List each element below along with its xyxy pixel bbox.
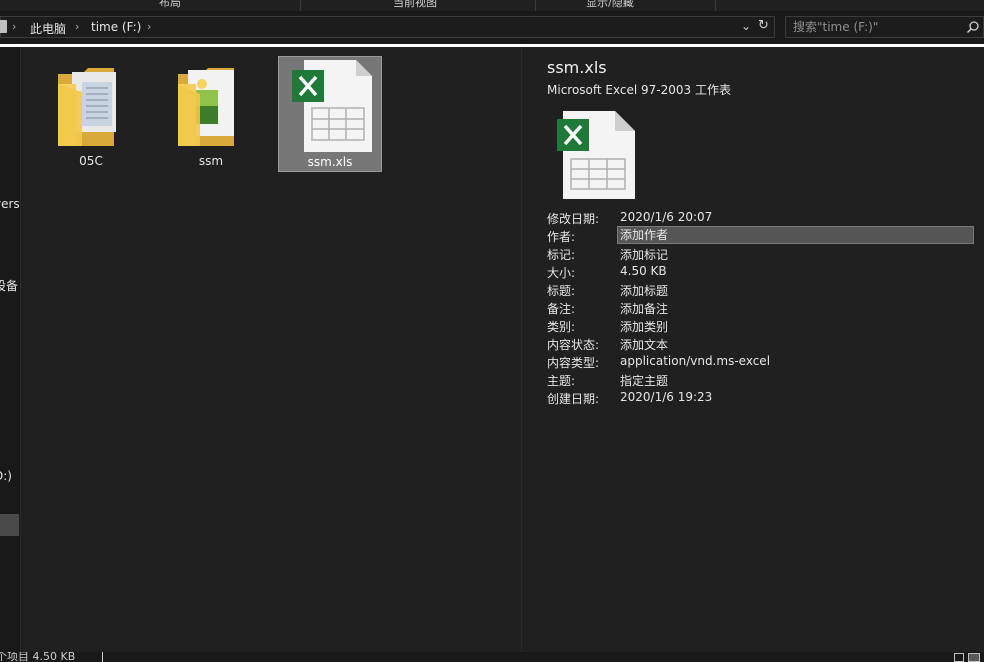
category-field[interactable]: 添加类别 <box>620 318 668 335</box>
chevron-down-icon[interactable]: ⌄ <box>741 19 751 33</box>
nav-item[interactable]: D:) <box>0 469 12 483</box>
ribbon-group-show-hide[interactable]: 显示/隐藏 <box>575 0 645 10</box>
address-bar[interactable]: › 此电脑 › time (F:) › ⌄ ↻ <box>0 16 775 38</box>
prop-label: 标题: <box>547 284 576 298</box>
author-input[interactable]: 添加作者 <box>617 226 974 244</box>
nav-item[interactable]: 设备 <box>0 277 18 294</box>
nav-item-selected[interactable] <box>0 514 19 536</box>
prop-label: 标记: <box>547 248 576 262</box>
prop-label: 大小: <box>547 266 576 280</box>
prop-comments: 备注: 添加备注 <box>547 299 982 317</box>
subject-field[interactable]: 指定主题 <box>620 372 668 389</box>
breadcrumb-drive[interactable]: time (F:) <box>91 20 141 34</box>
status-divider <box>102 652 103 662</box>
prop-label: 类别: <box>547 320 576 334</box>
prop-label: 主题: <box>547 374 576 388</box>
prop-subject: 主题: 指定主题 <box>547 371 982 389</box>
address-row: › 此电脑 › time (F:) › ⌄ ↻ <box>0 11 984 44</box>
this-pc-icon <box>0 20 7 33</box>
prop-category: 类别: 添加类别 <box>547 317 982 335</box>
ribbon-group-layout[interactable]: 布局 <box>150 0 190 10</box>
comments-field[interactable]: 添加备注 <box>620 300 668 317</box>
chevron-right-icon[interactable]: › <box>147 20 151 33</box>
prop-label: 修改日期: <box>547 212 600 226</box>
content-status-field[interactable]: 添加文本 <box>620 336 668 353</box>
chevron-right-icon[interactable]: › <box>75 20 79 33</box>
prop-modified-date: 修改日期: 2020/1/6 20:07 <box>547 209 982 227</box>
ribbon-divider <box>715 0 716 11</box>
search-box[interactable] <box>785 16 984 38</box>
prop-size: 大小: 4.50 KB <box>547 263 982 281</box>
details-pane: ssm.xls Microsoft Excel 97-2003 工作表 修改日期… <box>521 47 984 652</box>
prop-value: application/vnd.ms-excel <box>620 354 771 368</box>
excel-file-icon-large <box>557 111 635 199</box>
prop-label: 作者: <box>547 230 576 244</box>
nav-item[interactable]: vers <box>0 197 20 211</box>
prop-author: 作者: 添加作者 <box>547 226 982 245</box>
ribbon-divider <box>535 0 536 11</box>
prop-value: 4.50 KB <box>620 264 667 278</box>
file-name: 05C <box>79 154 103 168</box>
file-name: ssm <box>198 154 224 168</box>
prop-value: 2020/1/6 19:23 <box>620 390 713 404</box>
prop-label: 创建日期: <box>547 392 600 406</box>
folder-icon <box>178 68 234 146</box>
search-icon[interactable] <box>966 20 980 34</box>
prop-tags: 标记: 添加标记 <box>547 245 982 263</box>
ribbon: 布局 当前视图 显示/隐藏 <box>0 0 984 11</box>
prop-title: 标题: 添加标题 <box>547 281 982 299</box>
excel-file-icon <box>292 60 372 152</box>
chevron-right-icon[interactable]: › <box>12 20 16 33</box>
prop-label: 备注: <box>547 302 576 316</box>
tags-field[interactable]: 添加标记 <box>620 246 668 263</box>
file-item-ssm-xls[interactable]: ssm.xls <box>278 56 382 172</box>
search-input[interactable] <box>793 19 953 35</box>
status-text: 个项目 4.50 KB <box>0 652 76 662</box>
file-item-05c[interactable]: 05C <box>39 56 143 172</box>
prop-label: 内容类型: <box>547 356 600 370</box>
details-view-icon[interactable] <box>954 653 964 662</box>
prop-label: 内容状态: <box>547 338 600 352</box>
large-icons-view-icon[interactable] <box>968 653 980 662</box>
prop-created-date: 创建日期: 2020/1/6 19:23 <box>547 389 982 407</box>
prop-content-type: 内容类型: application/vnd.ms-excel <box>547 353 982 371</box>
prop-content-status: 内容状态: 添加文本 <box>547 335 982 353</box>
status-bar: 个项目 4.50 KB <box>0 652 984 662</box>
details-file-type: Microsoft Excel 97-2003 工作表 <box>547 83 731 97</box>
file-name: ssm.xls <box>307 155 353 169</box>
file-list: 05C ssm ssm.xls <box>21 47 521 652</box>
navigation-pane: vers 设备 D:) <box>0 47 21 652</box>
breadcrumb-this-pc[interactable]: 此电脑 <box>30 20 66 37</box>
prop-value: 2020/1/6 20:07 <box>620 210 713 224</box>
ribbon-divider <box>300 0 301 11</box>
refresh-icon[interactable]: ↻ <box>758 18 769 33</box>
file-item-ssm[interactable]: ssm <box>159 56 263 172</box>
ribbon-group-current-view[interactable]: 当前视图 <box>385 0 445 10</box>
title-field[interactable]: 添加标题 <box>620 282 668 299</box>
details-file-name: ssm.xls <box>547 58 607 77</box>
folder-icon <box>58 68 116 146</box>
